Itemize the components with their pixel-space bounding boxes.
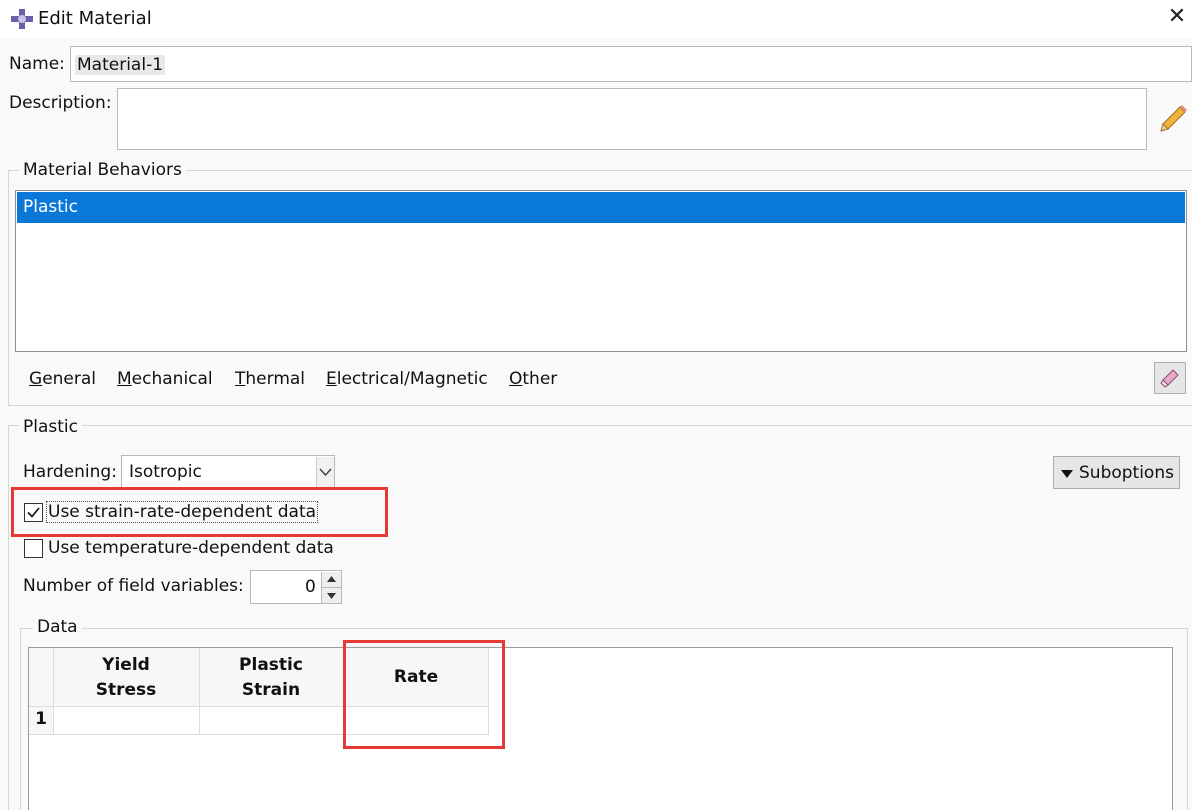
menu-thermal[interactable]: Thermal [235,366,305,392]
material-behaviors-label: Material Behaviors [19,160,186,180]
hardening-select[interactable]: Isotropic [121,455,335,489]
app-icon [10,8,34,30]
field-variables-label: Number of field variables: [23,576,244,596]
column-header-yield-stress[interactable]: Yield Stress [53,653,199,703]
temperature-checkbox[interactable] [24,539,43,558]
menu-general[interactable]: General [29,366,96,392]
cell-plastic-strain[interactable] [200,707,343,734]
title-bar [0,0,1192,38]
field-variables-value: 0 [305,577,316,597]
data-group-label: Data [33,617,82,637]
name-value: Material-1 [75,55,166,75]
menu-other[interactable]: Other [509,366,557,392]
pencil-icon[interactable] [1158,104,1188,134]
spin-up-icon[interactable] [321,572,341,588]
cell-yield-stress[interactable] [54,707,199,734]
spin-down-icon[interactable] [321,588,341,603]
behaviors-list[interactable]: Plastic [15,190,1187,352]
triangle-down-icon [1060,466,1074,486]
eraser-button[interactable] [1154,362,1186,394]
menu-electrical-magnetic[interactable]: Electrical/Magnetic [326,366,488,392]
column-header-plastic-strain[interactable]: Plastic Strain [199,653,343,703]
suboptions-label: Suboptions [1079,463,1174,483]
name-label: Name: [9,54,65,74]
row-index: 1 [35,709,47,729]
eraser-icon [1160,369,1179,388]
data-table[interactable]: Yield Stress Plastic Strain Rate 1 [28,647,1173,810]
behavior-item-plastic[interactable]: Plastic [17,192,1185,223]
name-field[interactable]: Material-1 [70,46,1192,82]
description-label: Description: [9,93,112,113]
hardening-value: Isotropic [129,462,202,482]
hardening-label: Hardening: [23,462,117,482]
highlight-box-strain-rate [11,487,388,537]
highlight-box-rate [343,640,505,749]
suboptions-button[interactable]: Suboptions [1053,456,1180,489]
field-variables-spinner[interactable]: 0 [250,570,342,604]
window-title: Edit Material [38,8,152,29]
temperature-label[interactable]: Use temperature-dependent data [48,538,334,558]
chevron-down-icon[interactable] [316,457,334,487]
menu-mechanical[interactable]: Mechanical [117,366,213,392]
close-icon[interactable]: ✕ [1166,4,1188,30]
plastic-group-label: Plastic [19,417,82,437]
description-field[interactable] [117,88,1147,150]
